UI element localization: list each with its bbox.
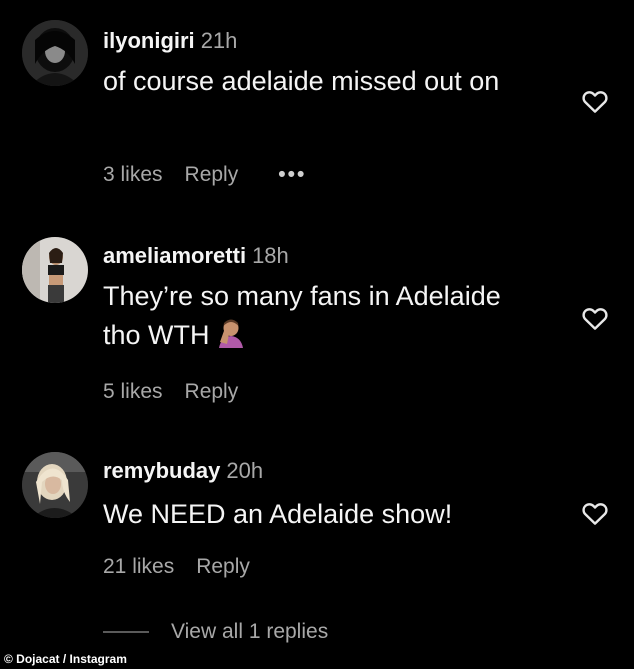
reply-button[interactable]: Reply <box>185 163 239 187</box>
dark-haired-person-avatar-icon <box>22 20 88 86</box>
comment-ameliamoretti: ameliamoretti 18h They’re so many fans in… <box>0 215 634 435</box>
heart-outline-icon[interactable] <box>580 498 610 528</box>
like-count[interactable]: 3 likes <box>103 163 163 187</box>
comment-text: They’re so many fans in Adelaide tho WTH <box>103 277 543 355</box>
mirror-selfie-avatar-icon <box>22 237 88 303</box>
more-options-icon[interactable]: ••• <box>278 163 306 187</box>
comment-actions: 21 likes Reply <box>103 555 250 579</box>
timestamp: 21h <box>200 28 238 53</box>
comment-remybuday: remybuday 20h We NEED an Adelaide show! 2… <box>0 435 634 595</box>
comment-header: remybuday 20h <box>103 458 263 484</box>
reply-button[interactable]: Reply <box>185 380 239 404</box>
username[interactable]: ilyonigiri <box>103 28 195 53</box>
comment-text: We NEED an Adelaide show! <box>103 499 453 529</box>
timestamp: 18h <box>252 243 289 268</box>
view-replies-label: View all 1 replies <box>171 620 329 643</box>
heart-outline-icon[interactable] <box>580 86 610 116</box>
comment-actions: 5 likes Reply <box>103 380 238 404</box>
photo-credit: © Dojacat / Instagram <box>0 649 133 669</box>
comment-header: ameliamoretti 18h <box>103 243 289 269</box>
view-replies-button[interactable]: View all 1 replies <box>103 620 328 644</box>
username[interactable]: ameliamoretti <box>103 243 246 268</box>
blonde-person-avatar-icon <box>22 452 88 518</box>
avatar[interactable] <box>22 237 88 303</box>
like-count[interactable]: 21 likes <box>103 555 174 579</box>
avatar[interactable] <box>22 452 88 518</box>
comment-ilyonigiri: ilyonigiri 21h of course adelaide missed … <box>0 0 634 210</box>
comment-header: ilyonigiri 21h <box>103 28 237 54</box>
comment-text: of course adelaide missed out on <box>103 66 500 96</box>
like-count[interactable]: 5 likes <box>103 380 163 404</box>
username[interactable]: remybuday <box>103 458 220 483</box>
comment-text-content: They’re so many fans in Adelaide tho WTH <box>103 281 501 350</box>
comment-actions: 3 likes Reply ••• <box>103 163 306 187</box>
person-facepalming-emoji-icon <box>216 318 246 348</box>
heart-outline-icon[interactable] <box>580 303 610 333</box>
timestamp: 20h <box>226 458 264 483</box>
avatar[interactable] <box>22 20 88 86</box>
divider <box>103 631 149 634</box>
reply-button[interactable]: Reply <box>196 555 250 579</box>
